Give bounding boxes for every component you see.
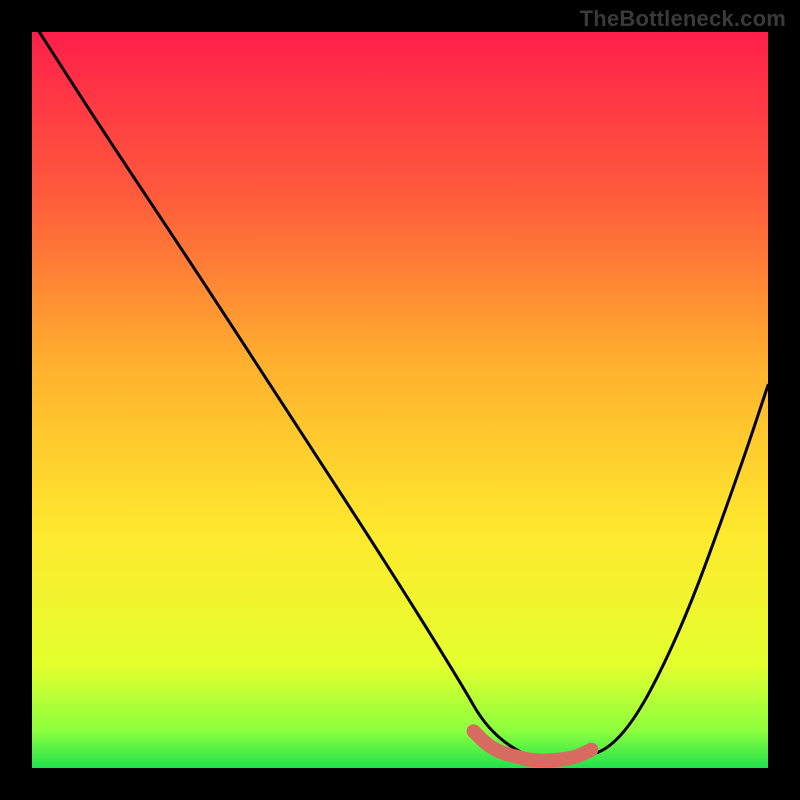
- chart-root: TheBottleneck.com: [0, 0, 800, 800]
- chart-canvas: [0, 0, 800, 800]
- gradient-background: [32, 32, 768, 768]
